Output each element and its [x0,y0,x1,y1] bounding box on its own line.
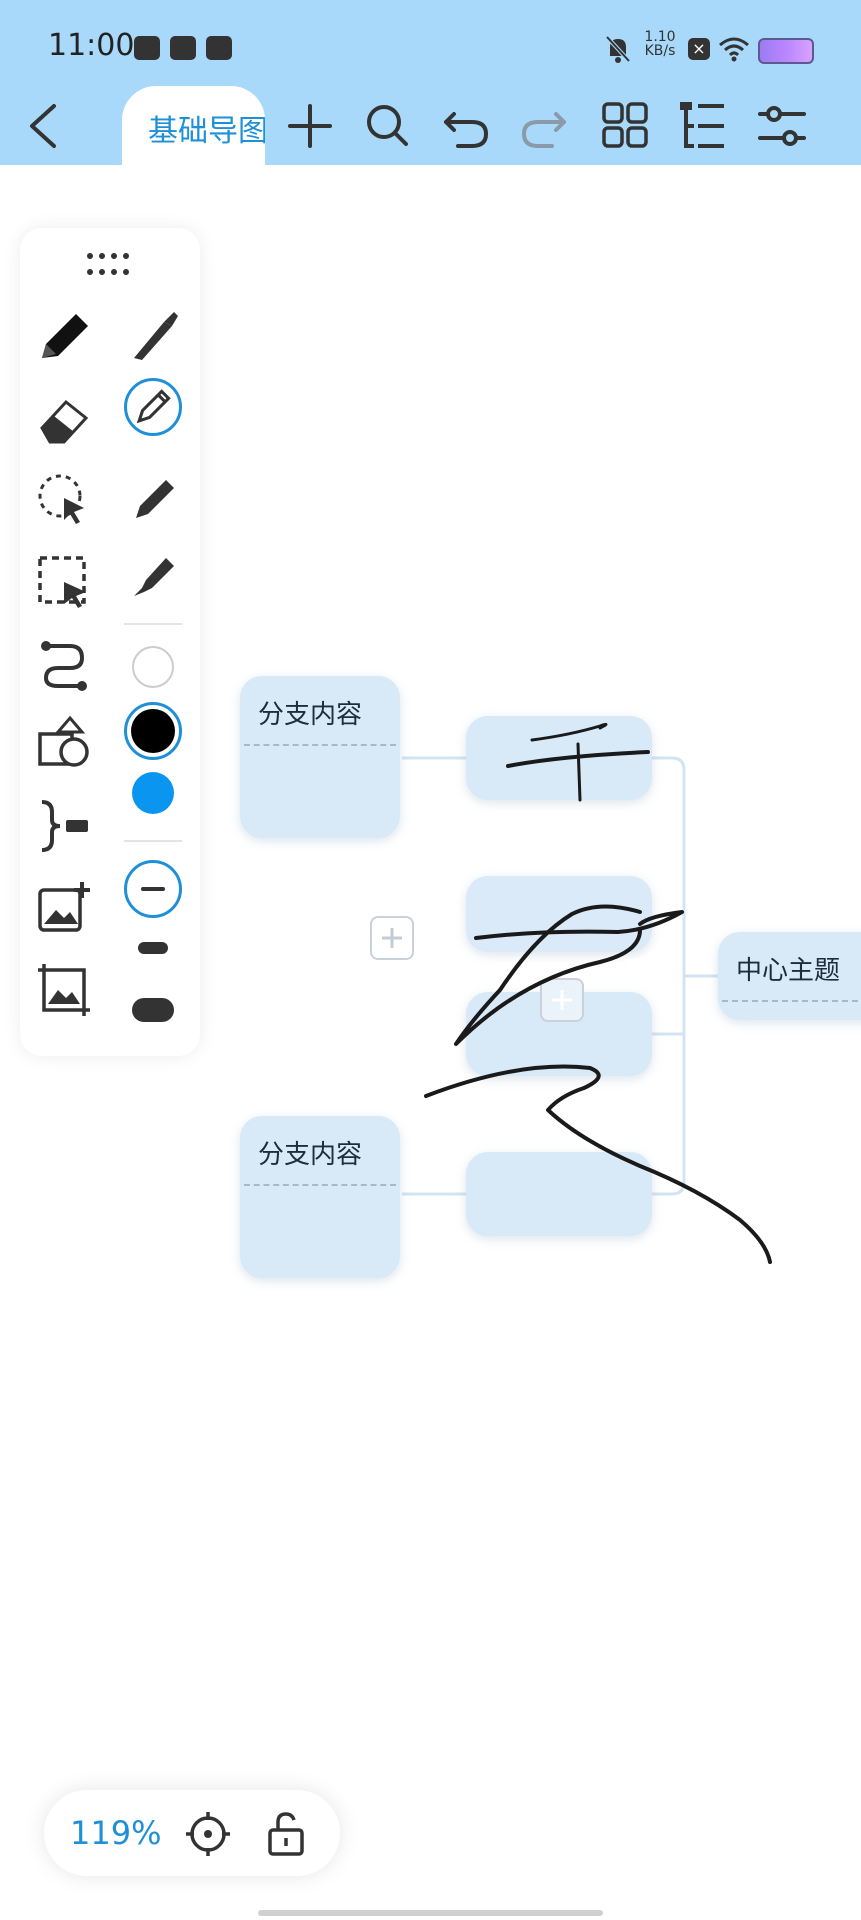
color-swatch-blue[interactable] [132,772,174,814]
stroke-sample [141,887,165,891]
unlock-icon[interactable] [262,1808,310,1858]
pen-icon [136,389,171,424]
zoom-level[interactable]: 119% [70,1814,161,1852]
bracket-icon[interactable] [34,796,94,856]
home-indicator[interactable] [258,1910,603,1916]
selection-icon[interactable] [34,552,94,612]
color-swatch-black-selected[interactable] [124,702,182,760]
add-image-icon[interactable] [34,878,94,938]
stroke-width-thin-selected[interactable] [124,860,182,918]
eraser-icon[interactable] [34,388,94,448]
color-swatch-white[interactable] [132,646,174,688]
crop-image-icon[interactable] [34,960,94,1020]
fountain-pen-icon[interactable] [124,306,184,366]
stroke-width-thick[interactable] [132,998,174,1022]
ballpoint-pen-icon[interactable] [124,468,184,528]
palette-divider [124,840,182,842]
shape-icon[interactable] [34,714,94,774]
lasso-icon[interactable] [34,468,94,528]
marker-icon[interactable] [124,544,184,604]
tool-palette [20,228,200,1056]
pen-type-selected[interactable] [124,378,182,436]
pencil-icon[interactable] [34,306,94,366]
locate-center-icon[interactable] [184,1810,232,1858]
connector-icon[interactable] [34,634,94,694]
stroke-width-medium[interactable] [138,942,168,954]
drag-handle-icon[interactable] [86,250,134,280]
palette-divider [124,623,182,625]
color-swatch-black [131,709,175,753]
zoom-bar: 119% [44,1790,340,1876]
